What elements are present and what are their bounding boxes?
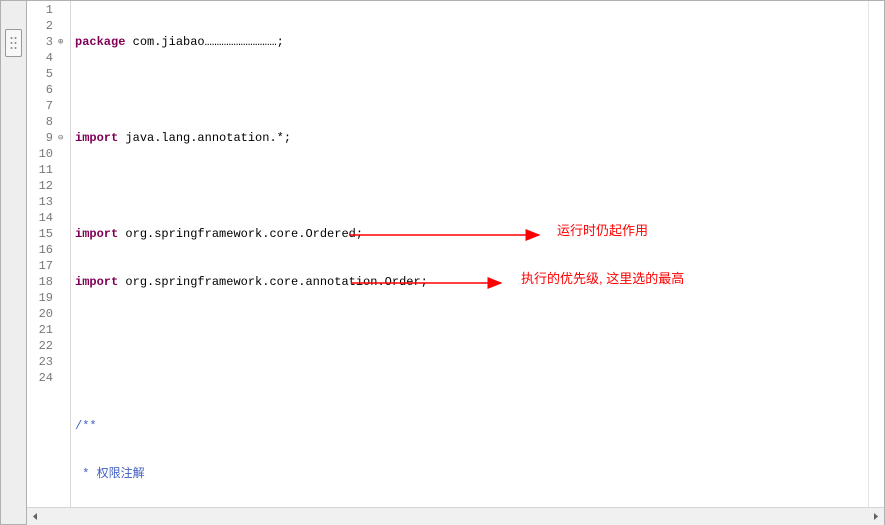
code-line: import org.springframework.core.annotati… bbox=[75, 274, 868, 290]
lineno: 8 bbox=[27, 114, 53, 130]
lineno: 15 bbox=[27, 226, 53, 242]
lineno: 21 bbox=[27, 322, 53, 338]
lineno: 19 bbox=[27, 290, 53, 306]
horizontal-scrollbar[interactable] bbox=[27, 507, 884, 524]
lineno: 16 bbox=[27, 242, 53, 258]
code-line bbox=[75, 370, 868, 386]
lineno: 18 bbox=[27, 274, 53, 290]
chevron-left-icon bbox=[32, 513, 39, 520]
scroll-track[interactable] bbox=[44, 508, 867, 525]
fold-collapse-icon[interactable]: ⊖ bbox=[57, 130, 70, 146]
lineno: 12 bbox=[27, 178, 53, 194]
lineno: 20 bbox=[27, 306, 53, 322]
lineno: 6 bbox=[27, 82, 53, 98]
lineno: 14 bbox=[27, 210, 53, 226]
lineno: 17 bbox=[27, 258, 53, 274]
lineno: 5 bbox=[27, 66, 53, 82]
code-line: /** bbox=[75, 418, 868, 434]
code-line: import org.springframework.core.Ordered; bbox=[75, 226, 868, 242]
code-line: package com.jiabao…………………………; bbox=[75, 34, 868, 50]
panel-handle-button[interactable] bbox=[5, 29, 22, 57]
lineno: 10 bbox=[27, 146, 53, 162]
editor-outer: 1 2 3 4 5 6 7 8 9 10 11 12 13 14 15 16 1… bbox=[0, 0, 885, 525]
lineno: 4 bbox=[27, 50, 53, 66]
lineno: 13 bbox=[27, 194, 53, 210]
code-line bbox=[75, 82, 868, 98]
scroll-left-button[interactable] bbox=[27, 508, 44, 525]
chevron-right-icon bbox=[872, 513, 879, 520]
code-line: import java.lang.annotation.*; bbox=[75, 130, 868, 146]
lineno: 23 bbox=[27, 354, 53, 370]
lineno: 7 bbox=[27, 98, 53, 114]
code-area[interactable]: 1 2 3 4 5 6 7 8 9 10 11 12 13 14 15 16 1… bbox=[27, 1, 884, 507]
lineno: 3 bbox=[27, 34, 53, 50]
scroll-right-button[interactable] bbox=[867, 508, 884, 525]
line-number-ruler: 1 2 3 4 5 6 7 8 9 10 11 12 13 14 15 16 1… bbox=[27, 1, 57, 507]
left-panel-gutter bbox=[1, 1, 27, 524]
lineno: 2 bbox=[27, 18, 53, 34]
code-text[interactable]: package com.jiabao…………………………; import jav… bbox=[71, 1, 868, 507]
code-line bbox=[75, 178, 868, 194]
code-line: * 权限注解 bbox=[75, 466, 868, 482]
code-line bbox=[75, 322, 868, 338]
lineno: 11 bbox=[27, 162, 53, 178]
lineno: 9 bbox=[27, 130, 53, 146]
fold-expand-icon[interactable]: ⊕ bbox=[57, 34, 70, 50]
editor-wrap: 1 2 3 4 5 6 7 8 9 10 11 12 13 14 15 16 1… bbox=[27, 1, 884, 524]
folding-ruler[interactable]: ⊕ ⊖ bbox=[57, 1, 71, 507]
overview-ruler[interactable] bbox=[868, 1, 884, 507]
lineno: 22 bbox=[27, 338, 53, 354]
grip-icon bbox=[9, 36, 18, 50]
lineno: 24 bbox=[27, 370, 53, 386]
lineno: 1 bbox=[27, 2, 53, 18]
